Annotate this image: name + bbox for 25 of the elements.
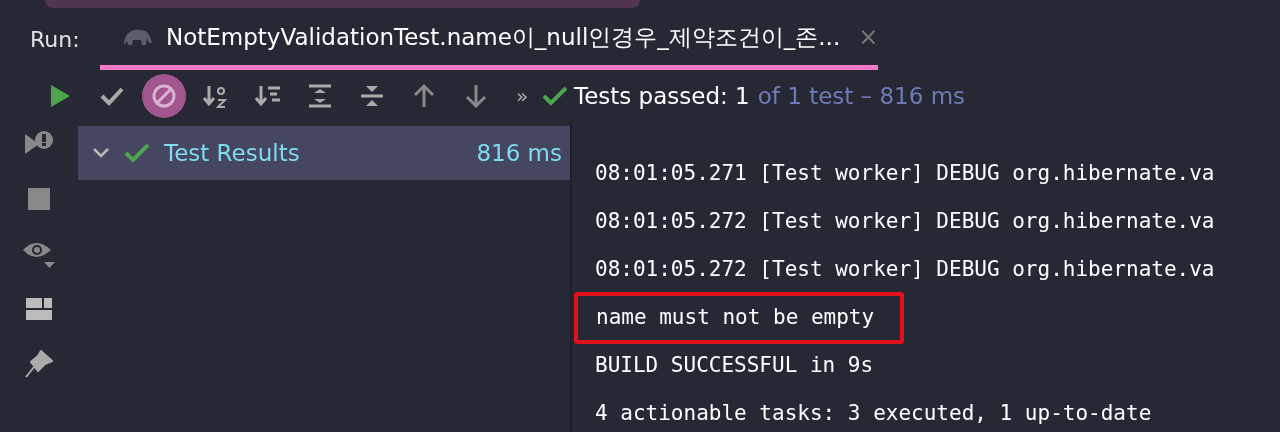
close-icon[interactable]: ×: [858, 19, 879, 55]
console-line: 08:01:05.272 [Test worker] DEBUG org.hibernate.va: [595, 256, 1215, 284]
eye-icon[interactable]: [22, 240, 56, 268]
check-icon: [542, 85, 568, 107]
down-arrow-icon[interactable]: [463, 83, 489, 109]
more-button[interactable]: »: [502, 80, 542, 112]
console-line: 08:01:05.271 [Test worker] DEBUG org.hibernate.va: [595, 160, 1215, 188]
test-tree-item[interactable]: Test Results 816 ms: [78, 126, 570, 180]
sort-alphabetical-icon[interactable]: [203, 83, 229, 109]
duration-label: 816 ms: [476, 138, 562, 168]
tests-detail: of 1 test – 816 ms: [757, 81, 966, 111]
check-icon: [124, 142, 150, 164]
expand-all-icon[interactable]: [307, 83, 333, 109]
layout-icon[interactable]: [26, 298, 52, 320]
collapse-all-icon[interactable]: [359, 83, 385, 109]
console-line: 4 actionable tasks: 3 executed, 1 up-to-date: [595, 400, 1152, 428]
sort-duration-icon[interactable]: [255, 83, 281, 109]
run-tab[interactable]: NotEmptyValidationTest.name이_null인경우_제약조건이_존... ×: [100, 19, 879, 70]
pin-icon[interactable]: [25, 350, 53, 378]
blocked-icon[interactable]: [151, 83, 177, 109]
up-arrow-icon[interactable]: [411, 83, 437, 109]
run-label: Run:: [30, 26, 81, 54]
tests-status: Tests passed: 1: [574, 81, 750, 111]
console-line: 08:01:05.272 [Test worker] DEBUG org.hibernate.va: [595, 208, 1215, 236]
console-line: BUILD SUCCESSFUL in 9s: [595, 352, 874, 380]
